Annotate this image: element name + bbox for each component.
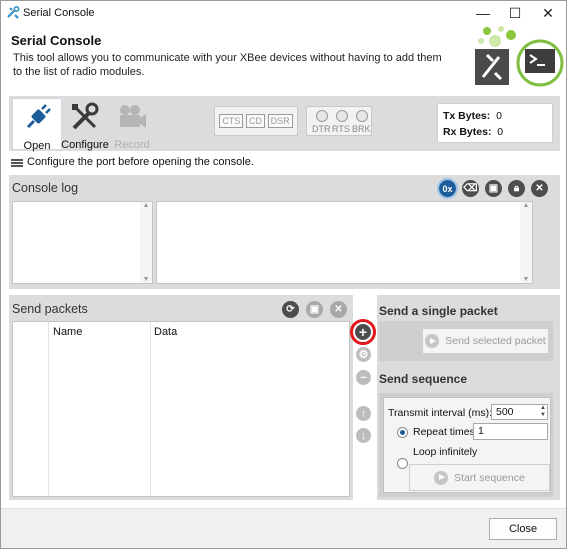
close-button[interactable]: Close: [489, 518, 557, 540]
dtr-label: DTR: [312, 124, 331, 134]
clear-packets-icon[interactable]: ✕: [330, 301, 347, 318]
play-icon: [425, 334, 440, 348]
sequence-box: Transmit interval (ms): 500 ▲ ▼ Repeat ti…: [379, 393, 553, 497]
clear-console-icon[interactable]: ⌫: [462, 180, 479, 197]
maximize-button[interactable]: ☐: [499, 1, 531, 25]
start-sequence-label: Start sequence: [454, 471, 525, 484]
rx-bytes-label: Rx Bytes:: [443, 126, 492, 138]
loop-infinitely-label: Loop infinitely: [413, 446, 478, 458]
repeat-times-value: 1: [478, 425, 484, 437]
video-camera-icon: [113, 98, 151, 136]
send-sequence-title: Send sequence: [379, 372, 468, 386]
console-log-title: Console log: [12, 181, 79, 195]
interval-input[interactable]: 500 ▲ ▼: [491, 404, 548, 420]
cts-indicator: CTS: [219, 114, 244, 128]
byte-counters: Tx Bytes: 0 Rx Bytes: 0: [437, 103, 553, 143]
open-button[interactable]: Open: [12, 98, 62, 152]
interval-value: 500: [496, 406, 514, 418]
serial-console-window: Serial Console — ☐ ✕ Serial Console This…: [0, 0, 567, 549]
send-selected-label: Send selected packet: [445, 335, 546, 347]
repeat-times-input[interactable]: 1: [473, 423, 548, 440]
cd-indicator: CD: [245, 114, 265, 128]
line-controls: DTR RTS BRK: [306, 106, 372, 136]
sequence-settings: Transmit interval (ms): 500 ▲ ▼ Repeat ti…: [383, 397, 551, 493]
plus-icon: +: [355, 324, 371, 340]
plug-icon: [18, 99, 56, 137]
close-window-button[interactable]: ✕: [532, 1, 564, 25]
lock-icon[interactable]: 🔒︎: [508, 180, 525, 197]
brk-label: BRK: [352, 124, 371, 134]
app-icon: [7, 5, 20, 19]
single-packet-title: Send a single packet: [379, 304, 498, 318]
rx-bytes-value: 0: [497, 126, 504, 138]
start-sequence-button[interactable]: Start sequence: [409, 464, 550, 491]
repeat-times-radio[interactable]: [397, 427, 408, 438]
column-header-data[interactable]: Data: [154, 326, 177, 338]
load-packets-icon[interactable]: ⟳: [282, 301, 299, 318]
hex-scrollbar[interactable]: ▲ ▼: [140, 202, 152, 283]
packets-table[interactable]: Name Data: [12, 321, 350, 497]
hex-toggle-button[interactable]: 0x: [437, 178, 458, 199]
window-title: Serial Console: [23, 7, 95, 19]
dialog-footer: [1, 508, 566, 548]
send-packets-panel: Send packets ⟳ ▣ ✕ Name Data: [9, 295, 353, 500]
open-label: Open: [23, 140, 51, 152]
record-button[interactable]: Record: [107, 98, 157, 151]
interval-spinner[interactable]: ▲ ▼: [540, 405, 546, 419]
ascii-scrollbar[interactable]: ▲ ▼: [520, 202, 532, 283]
play-icon: [434, 470, 449, 485]
tx-bytes-value: 0: [496, 110, 502, 122]
dtr-toggle[interactable]: [316, 110, 328, 122]
console-log-panel: Console log 0x ⌫ ▣ 🔒︎ ✕ ▲ ▼ ▲ ▼: [9, 175, 560, 289]
save-log-icon[interactable]: ▣: [485, 180, 502, 197]
loop-infinitely-radio[interactable]: [397, 458, 408, 469]
hex-toggle-label: 0x: [442, 183, 453, 194]
console-ascii-view[interactable]: ▲ ▼: [156, 201, 533, 284]
column-header-name[interactable]: Name: [53, 326, 82, 338]
brk-toggle[interactable]: [356, 110, 368, 122]
tx-bytes-label: Tx Bytes:: [443, 110, 491, 122]
save-packets-icon[interactable]: ▣: [306, 301, 323, 318]
minimize-button[interactable]: —: [467, 1, 499, 25]
rts-label: RTS: [332, 124, 350, 134]
signal-indicators: CTS CD DSR: [214, 106, 298, 136]
move-down-icon[interactable]: ↓: [356, 428, 371, 443]
interval-label: Transmit interval (ms):: [388, 407, 493, 419]
close-console-icon[interactable]: ✕: [531, 180, 548, 197]
send-selected-packet-button[interactable]: Send selected packet: [422, 328, 549, 354]
toolbar: Open Configure Record CTS CD DSR DTR RTS…: [9, 96, 560, 152]
info-bar-icon: [11, 158, 23, 167]
console-hex-view[interactable]: ▲ ▼: [12, 201, 153, 284]
send-options-panel: Send a single packet Send selected packe…: [377, 295, 560, 500]
page-description: This tool allows you to communicate with…: [13, 52, 442, 78]
move-up-icon[interactable]: ↑: [356, 406, 371, 421]
rts-toggle[interactable]: [336, 110, 348, 122]
configure-label: Configure: [61, 139, 109, 151]
repeat-times-label: Repeat times: [413, 426, 475, 438]
configure-button[interactable]: Configure: [60, 98, 110, 151]
single-packet-box: Send selected packet: [379, 321, 553, 361]
edit-packet-gear-icon[interactable]: ⚙: [356, 347, 371, 362]
tools-icon: [66, 98, 104, 136]
add-packet-button[interactable]: +: [350, 319, 376, 345]
dsr-indicator: DSR: [267, 114, 293, 128]
remove-packet-minus-icon[interactable]: −: [356, 370, 371, 385]
serial-console-logo-icon: [473, 25, 565, 89]
send-packets-title: Send packets: [12, 302, 88, 316]
status-message: Configure the port before opening the co…: [27, 156, 254, 168]
page-title: Serial Console: [11, 33, 102, 48]
record-label: Record: [114, 139, 150, 151]
